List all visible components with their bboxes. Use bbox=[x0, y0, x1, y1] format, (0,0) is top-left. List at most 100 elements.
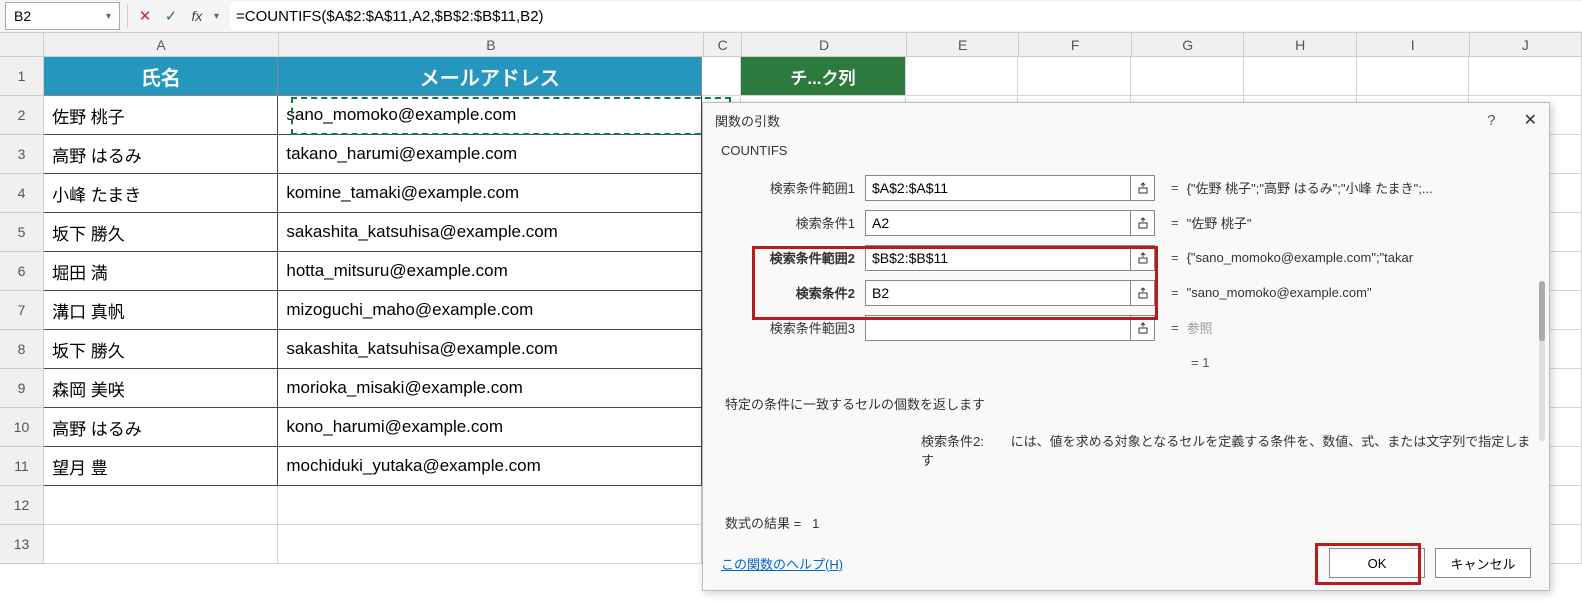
col-header-D[interactable]: D bbox=[742, 33, 906, 56]
collapse-dialog-icon[interactable] bbox=[1131, 315, 1155, 341]
col-header-E[interactable]: E bbox=[907, 33, 1020, 56]
cell[interactable]: morioka_misaki@example.com bbox=[278, 369, 702, 408]
cell[interactable]: mochiduki_yutaka@example.com bbox=[278, 447, 702, 486]
cell[interactable]: 佐野 桃子 bbox=[44, 96, 278, 135]
scrollbar[interactable] bbox=[1539, 281, 1545, 441]
col-header-C[interactable]: C bbox=[704, 33, 743, 56]
close-icon[interactable]: ✕ bbox=[1524, 110, 1537, 130]
cell[interactable]: mizoguchi_maho@example.com bbox=[278, 291, 702, 330]
cell[interactable]: 高野 はるみ bbox=[44, 408, 278, 447]
col-header-F[interactable]: F bbox=[1019, 33, 1132, 56]
collapse-dialog-icon[interactable] bbox=[1131, 210, 1155, 236]
argument-help: 検索条件2: には、値を求める対象となるセルを定義する条件を、数値、式、または文… bbox=[721, 431, 1531, 469]
cancel-icon[interactable]: ✕ bbox=[136, 7, 154, 25]
col-header-J[interactable]: J bbox=[1470, 33, 1582, 56]
cell[interactable]: kono_harumi@example.com bbox=[278, 408, 702, 447]
row-header[interactable]: 5 bbox=[0, 213, 44, 252]
row-header[interactable]: 4 bbox=[0, 174, 44, 213]
cell[interactable] bbox=[278, 525, 702, 564]
argument-row: 検索条件2="sano_momoko@example.com" bbox=[721, 275, 1531, 310]
col-header-I[interactable]: I bbox=[1357, 33, 1470, 56]
cell[interactable]: takano_harumi@example.com bbox=[278, 135, 702, 174]
table-row: 1氏名メールアドレスチ...ク列 bbox=[0, 57, 1582, 96]
enter-icon[interactable]: ✓ bbox=[162, 7, 180, 25]
cell[interactable] bbox=[1357, 57, 1470, 96]
chevron-down-icon[interactable]: ▾ bbox=[214, 11, 224, 22]
cell[interactable]: sakashita_katsuhisa@example.com bbox=[278, 213, 702, 252]
cell[interactable] bbox=[702, 57, 741, 96]
argument-help-name: 検索条件2: bbox=[921, 431, 1007, 450]
function-description: 特定の条件に一致するセルの個数を返します bbox=[721, 394, 1531, 413]
argument-input[interactable] bbox=[865, 245, 1131, 271]
row-header[interactable]: 1 bbox=[0, 57, 44, 96]
collapse-dialog-icon[interactable] bbox=[1131, 280, 1155, 306]
argument-row: 検索条件範囲3=参照 bbox=[721, 310, 1531, 345]
cell[interactable]: komine_tamaki@example.com bbox=[278, 174, 702, 213]
col-header-G[interactable]: G bbox=[1132, 33, 1245, 56]
fx-icon[interactable]: fx bbox=[188, 7, 206, 25]
cell[interactable]: 望月 豊 bbox=[44, 447, 278, 486]
cell[interactable] bbox=[44, 486, 278, 525]
cell[interactable]: 溝口 真帆 bbox=[44, 291, 278, 330]
cell[interactable]: 坂下 勝久 bbox=[44, 330, 278, 369]
row-header[interactable]: 13 bbox=[0, 525, 44, 564]
cancel-button[interactable]: キャンセル bbox=[1435, 548, 1531, 578]
argument-label: 検索条件2 bbox=[721, 283, 859, 302]
scrollbar-thumb[interactable] bbox=[1539, 281, 1545, 341]
function-help-link[interactable]: この関数のヘルプ(H) bbox=[721, 554, 843, 573]
col-header-B[interactable]: B bbox=[279, 33, 704, 56]
row-header[interactable]: 12 bbox=[0, 486, 44, 525]
argument-input[interactable] bbox=[865, 315, 1131, 341]
cell[interactable]: sakashita_katsuhisa@example.com bbox=[278, 330, 702, 369]
row-header[interactable]: 2 bbox=[0, 96, 44, 135]
argument-label: 検索条件範囲3 bbox=[721, 318, 859, 337]
cell[interactable] bbox=[906, 57, 1019, 96]
cell[interactable]: 氏名 bbox=[44, 57, 278, 96]
argument-input[interactable] bbox=[865, 210, 1131, 236]
chevron-down-icon[interactable]: ▾ bbox=[106, 11, 111, 22]
cell[interactable]: 坂下 勝久 bbox=[44, 213, 278, 252]
select-all-corner[interactable] bbox=[0, 33, 44, 56]
row-header[interactable]: 7 bbox=[0, 291, 44, 330]
cell[interactable] bbox=[1018, 57, 1131, 96]
collapse-dialog-icon[interactable] bbox=[1131, 175, 1155, 201]
argument-row: 検索条件範囲2={"sano_momoko@example.com";"taka… bbox=[721, 240, 1531, 275]
row-header[interactable]: 11 bbox=[0, 447, 44, 486]
argument-row: 検索条件1="佐野 桃子" bbox=[721, 205, 1531, 240]
argument-input[interactable] bbox=[865, 175, 1131, 201]
row-header[interactable]: 6 bbox=[0, 252, 44, 291]
cell[interactable]: 小峰 たまき bbox=[44, 174, 278, 213]
function-evaluated-result: = 1 bbox=[721, 355, 1531, 370]
dialog-titlebar[interactable]: 関数の引数 ? ✕ bbox=[703, 103, 1549, 137]
argument-label: 検索条件範囲1 bbox=[721, 178, 859, 197]
row-header[interactable]: 3 bbox=[0, 135, 44, 174]
dialog-body: COUNTIFS 検索条件範囲1={"佐野 桃子";"高野 はるみ";"小峰 た… bbox=[703, 137, 1549, 532]
collapse-dialog-icon[interactable] bbox=[1131, 245, 1155, 271]
help-icon[interactable]: ? bbox=[1487, 112, 1495, 129]
cell[interactable]: 堀田 満 bbox=[44, 252, 278, 291]
col-header-A[interactable]: A bbox=[44, 33, 279, 56]
row-header[interactable]: 10 bbox=[0, 408, 44, 447]
cell[interactable]: hotta_mitsuru@example.com bbox=[278, 252, 702, 291]
cell[interactable]: チ...ク列 bbox=[741, 57, 905, 96]
cell[interactable] bbox=[1469, 57, 1582, 96]
column-headers: A B C D E F G H I J bbox=[0, 33, 1582, 57]
cell[interactable] bbox=[1244, 57, 1357, 96]
cell[interactable] bbox=[44, 525, 278, 564]
cell[interactable]: 森岡 美咲 bbox=[44, 369, 278, 408]
argument-result: "佐野 桃子" bbox=[1187, 213, 1252, 232]
col-header-H[interactable]: H bbox=[1244, 33, 1357, 56]
name-box[interactable]: B2 ▾ bbox=[5, 2, 120, 30]
argument-label: 検索条件1 bbox=[721, 213, 859, 232]
cell[interactable] bbox=[278, 486, 702, 525]
formula-result-line: 数式の結果 = 1 bbox=[721, 513, 1531, 532]
argument-input[interactable] bbox=[865, 280, 1131, 306]
row-header[interactable]: 9 bbox=[0, 369, 44, 408]
cell[interactable]: sano_momoko@example.com bbox=[278, 96, 702, 135]
cell[interactable]: メールアドレス bbox=[278, 57, 702, 96]
row-header[interactable]: 8 bbox=[0, 330, 44, 369]
formula-input[interactable] bbox=[230, 2, 1582, 30]
ok-button[interactable]: OK bbox=[1329, 548, 1425, 578]
cell[interactable]: 高野 はるみ bbox=[44, 135, 278, 174]
cell[interactable] bbox=[1131, 57, 1244, 96]
